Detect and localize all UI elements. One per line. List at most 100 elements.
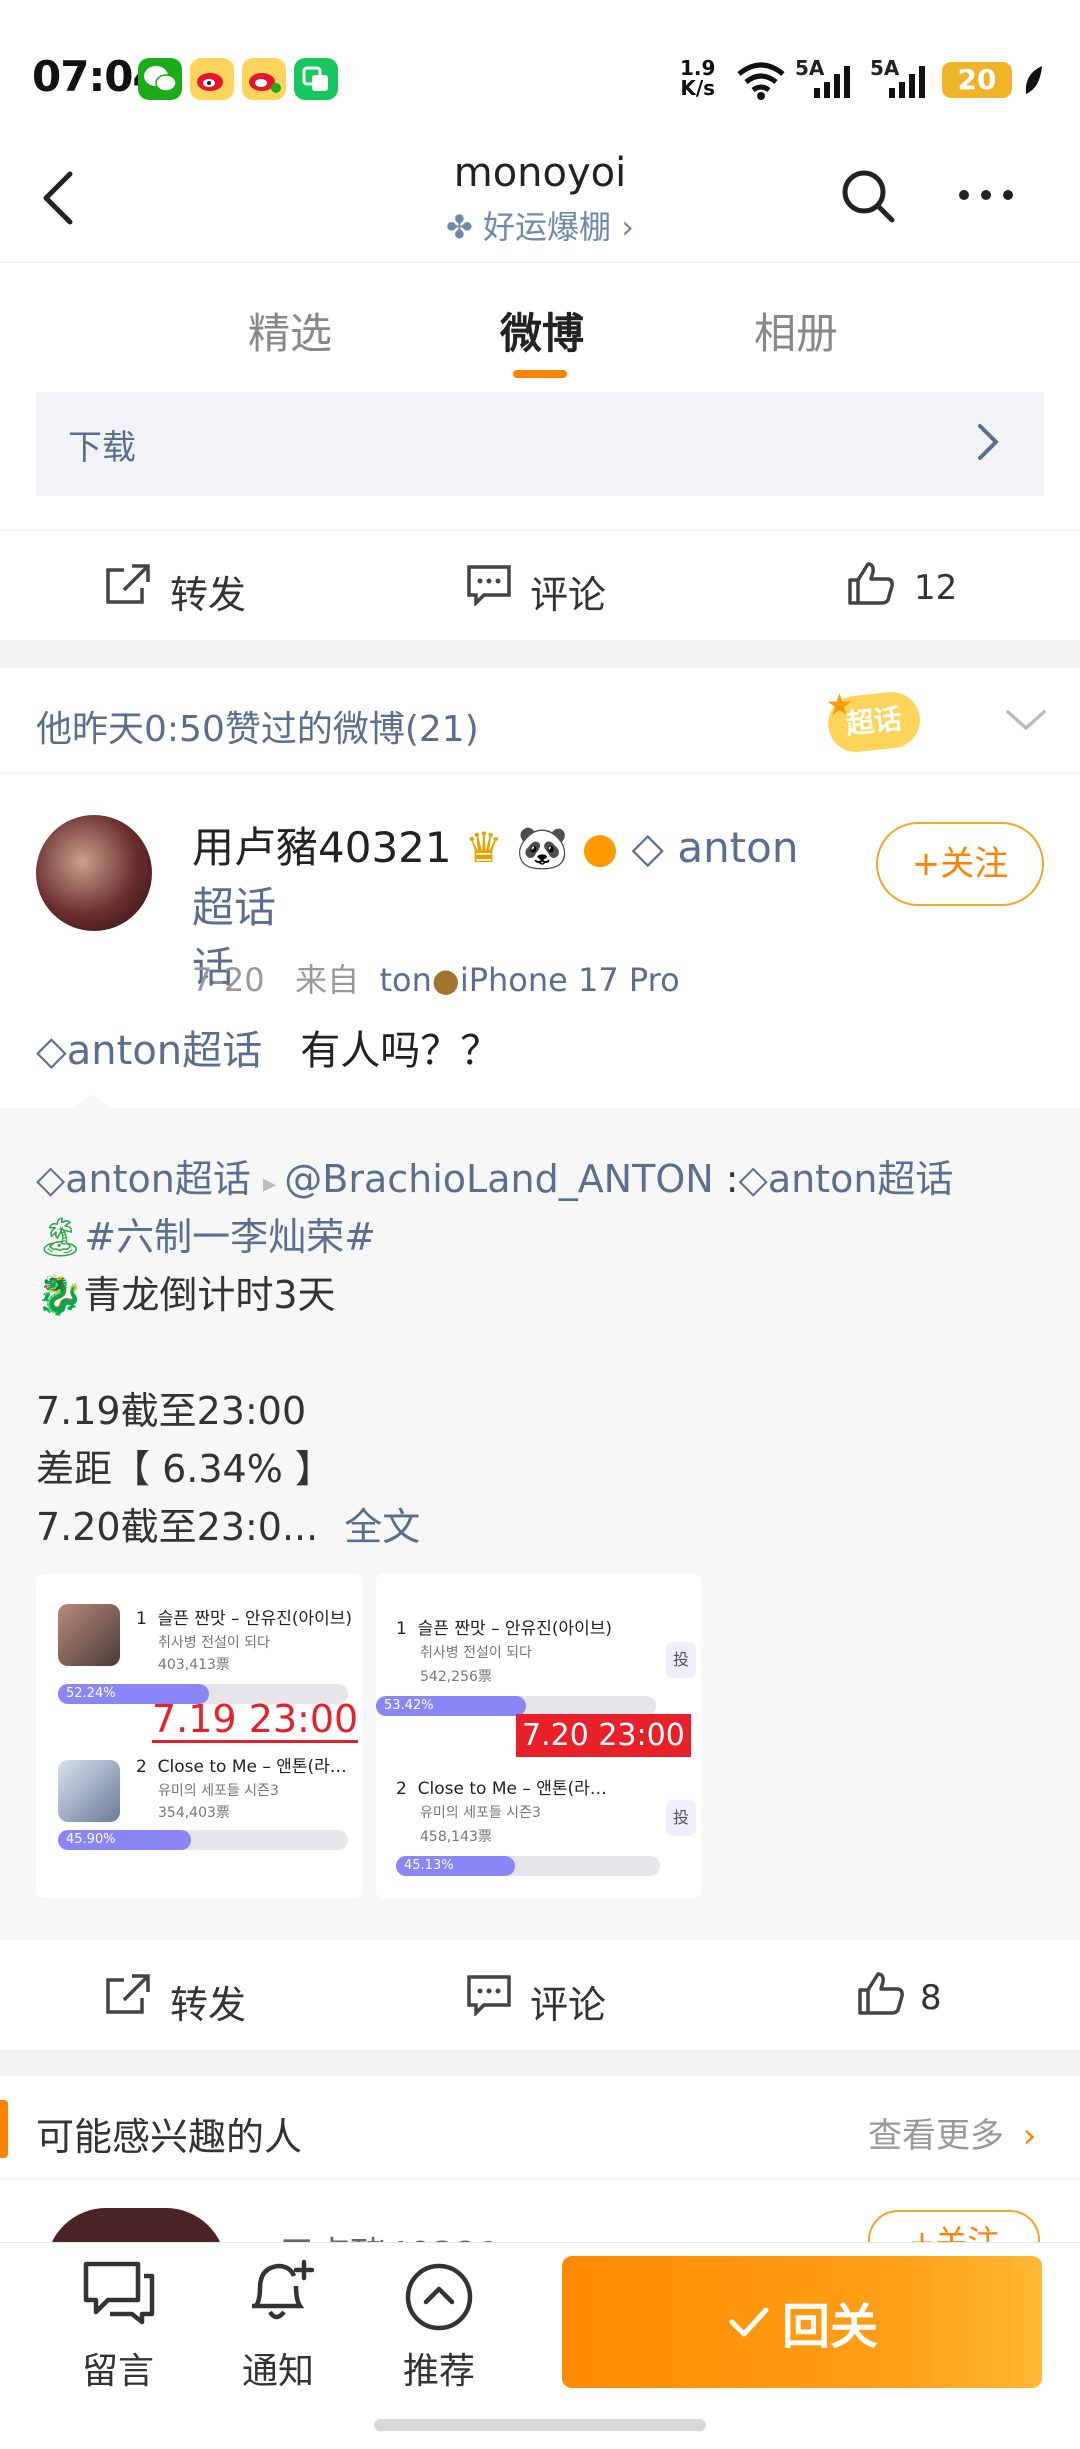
section-divider [0,2050,1080,2076]
home-indicator[interactable] [374,2419,706,2431]
diamond-icon: ◇ [738,1157,768,1201]
post-meta: 7-20 来自 ton●iPhone 17 Pro [192,961,680,999]
full-text-link[interactable]: 全文 [344,1505,420,1549]
pufferfish-icon: ● [581,823,619,872]
tab-featured[interactable]: 精选 [248,300,332,361]
repost-line-4: 7.19截至23:00 [36,1389,307,1433]
battery-level: 20 [942,62,1012,98]
suggestions-title: 可能感兴趣的人 [36,2115,303,2159]
album-cover-image [58,1760,120,1822]
weibo-lite-icon [242,58,286,100]
vote-bar-fill: 53.42% [376,1696,526,1716]
comment-button[interactable] [466,1974,512,2020]
rank-row-2-sub: 유미의 세포들 시즌3 [420,1805,541,1821]
clone-app-icon [294,58,338,100]
rank-row-2-sub: 유미의 세포들 시즌3 [158,1783,279,1799]
chevron-right-icon [976,422,1000,466]
potato-icon: ● [431,961,460,999]
message-label: 留言 [81,2351,154,2392]
like-button[interactable] [856,1970,906,2020]
tab-album[interactable]: 相册 [754,300,838,361]
repost-pointer [72,1094,112,1110]
signal-icon-2 [875,60,935,104]
avatar[interactable] [36,815,152,931]
liked-section-title: 他昨天0:50赞过的微博(21) [36,709,479,750]
repost-line-2: 🏝#六制一李灿荣# [36,1215,376,1259]
section-marker [0,2100,8,2158]
leaf-icon [1022,64,1046,102]
vote-button: 投 [666,1800,696,1836]
vote-bar: 53.42% [376,1696,656,1716]
comment-button[interactable] [466,564,512,610]
follow-back-button[interactable]: 回关 [562,2256,1042,2388]
more-button[interactable] [956,180,1016,214]
repost-image-1[interactable]: 1 슬픈 짠맛 – 안유진(아이브) 취사병 전설이 되다 403,413票 5… [36,1574,362,1898]
vote-button: 投 [666,1642,696,1678]
chevron-down-icon [1006,710,1046,731]
diamond-icon: ◇ [36,1028,67,1074]
notify-button[interactable] [244,2256,318,2330]
vote-bar-fill: 45.90% [58,1830,192,1850]
recommend-label: 推荐 [402,2351,475,2392]
rank-row-1-sub: 취사병 전설이 되다 [420,1645,532,1661]
dragon-icon: 🐉 [36,1273,84,1317]
see-more-link[interactable]: 查看更多 › [868,2108,1036,2157]
repost-header: ◇anton超话 ▸ @BrachioLand_ANTON :◇anton超话 [36,1157,954,1201]
follow-button[interactable]: +关注 [876,822,1044,906]
recommend-button[interactable] [404,2262,474,2336]
net-speed: 1.9 K/s [680,56,716,100]
date-stamp: 7.20 23:00 [516,1714,691,1757]
rank-row-2-votes: 458,143票 [420,1829,492,1845]
diamond-icon: ◇ [36,1157,66,1201]
active-tab-indicator [513,370,567,378]
island-icon: 🏝 [36,1215,85,1259]
chevron-up-circle-icon [405,2263,473,2331]
crown-badge-icon: ♛ [464,823,503,872]
repost-image-2[interactable]: 1 슬픈 짠맛 – 안유진(아이브) 취사병 전설이 되다 542,256票 5… [376,1574,702,1898]
rank-row-1-votes: 542,256票 [420,1669,492,1685]
page-title: monoyoi [453,150,627,196]
profile-status-link[interactable]: ✤ 好运爆棚 › [0,202,1080,248]
download-label: 下载 [68,428,136,468]
signal-icon-1 [800,60,860,104]
vote-bar: 45.90% [58,1830,348,1850]
repost-icon [106,564,150,604]
repost-button[interactable] [104,562,152,612]
rank-row-1: 1 슬픈 짠맛 – 안유진(아이브) [136,1609,353,1629]
clover-icon: ✤ [446,208,473,246]
comment-label: 评论 [530,573,607,617]
rank-row-1-votes: 403,413票 [158,1657,230,1673]
post-text: ◇anton超话 有人吗？？ [36,1028,501,1074]
comment-label: 评论 [530,1983,607,2027]
chevron-right-icon: › [621,208,634,246]
play-icon: ▸ [262,1169,285,1199]
search-icon [842,170,895,223]
message-button[interactable] [80,2258,158,2330]
bell-add-icon [252,2259,315,2320]
album-cover-image [58,1604,120,1666]
checkmark-icon [729,2307,769,2337]
diamond-icon: ◇ [631,823,664,872]
repost-button[interactable] [104,1972,152,2022]
collapse-button[interactable] [1004,706,1048,738]
rank-row-1-sub: 취사병 전설이 되다 [158,1635,270,1651]
tab-weibo[interactable]: 微博 [500,300,584,361]
download-card[interactable] [36,392,1044,496]
wechat-icon [138,58,182,100]
wifi-icon [736,60,786,104]
like-count: 12 [914,568,958,608]
notify-label: 通知 [241,2351,314,2392]
repost-line-6: 7.20截至23:0... 全文 [36,1505,421,1549]
comment-icon [467,1975,511,2018]
thumbs-up-icon [848,562,894,605]
section-divider [0,640,1080,668]
comment-icon [467,565,511,608]
repost-label: 转发 [170,1983,247,2027]
like-button[interactable] [846,560,896,610]
search-button[interactable] [838,166,898,230]
repost-label: 转发 [170,573,247,617]
topic-link[interactable]: ◇anton超话 [36,1028,262,1074]
rank-row-2: 2 Close to Me – 앤톤(라… [396,1779,607,1799]
star-icon: ★ [826,688,853,723]
repost-line-3: 🐉青龙倒计时3天 [36,1273,336,1317]
